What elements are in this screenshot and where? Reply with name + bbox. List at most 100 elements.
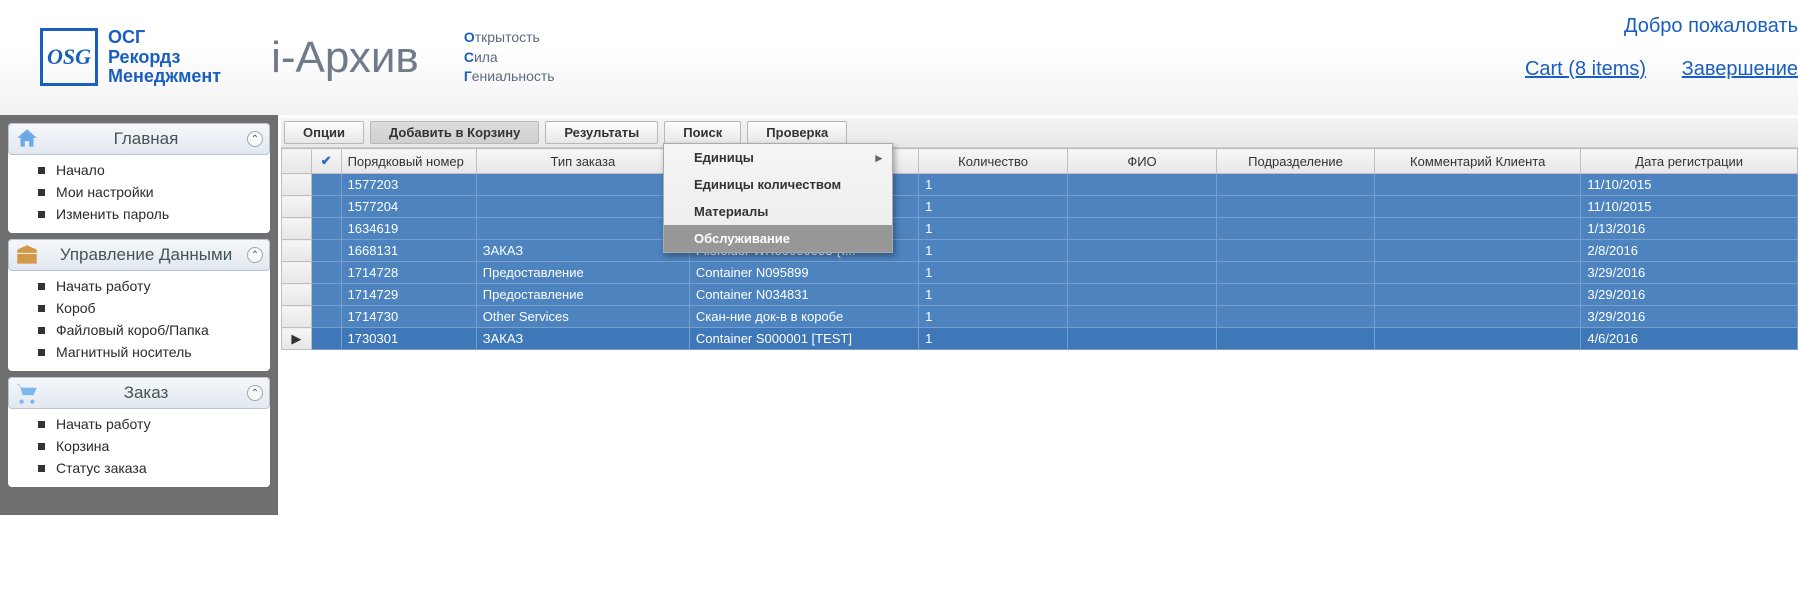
cell-fio[interactable]: [1068, 196, 1217, 218]
cell-order[interactable]: 1634619: [341, 218, 476, 240]
panel-header[interactable]: Главная⌃: [8, 123, 270, 155]
cell-regdate[interactable]: 2/8/2016: [1581, 240, 1798, 262]
cell-comment[interactable]: [1375, 174, 1581, 196]
cell-type[interactable]: [476, 174, 689, 196]
dropdown-item[interactable]: Единицы: [664, 144, 892, 171]
collapse-icon[interactable]: ⌃: [247, 247, 263, 263]
row-indicator[interactable]: [282, 218, 312, 240]
cell-comment[interactable]: [1375, 306, 1581, 328]
col-dept-header[interactable]: Подразделение: [1216, 149, 1374, 174]
cell-qty[interactable]: 1: [919, 196, 1068, 218]
col-comment-header[interactable]: Комментарий Клиента: [1375, 149, 1581, 174]
cell-fio[interactable]: [1068, 284, 1217, 306]
cell-qty[interactable]: 1: [919, 174, 1068, 196]
cell-order[interactable]: 1730301: [341, 328, 476, 350]
cell-type[interactable]: Предоставление: [476, 284, 689, 306]
row-checkbox-cell[interactable]: [311, 240, 341, 262]
sidebar-item[interactable]: Статус заказа: [38, 457, 260, 479]
cell-dept[interactable]: [1216, 328, 1374, 350]
collapse-icon[interactable]: ⌃: [247, 131, 263, 147]
sidebar-item[interactable]: Начать работу: [38, 413, 260, 435]
col-qty-header[interactable]: Количество: [919, 149, 1068, 174]
cart-link[interactable]: Cart (8 items): [1525, 58, 1646, 80]
sidebar-item[interactable]: Начало: [38, 159, 260, 181]
cell-dept[interactable]: [1216, 284, 1374, 306]
sidebar-item[interactable]: Короб: [38, 297, 260, 319]
table-row[interactable]: 1634619Filefolder WR00000048 {...11/13/2…: [282, 218, 1798, 240]
panel-header[interactable]: Заказ⌃: [8, 377, 270, 409]
cell-regdate[interactable]: 1/13/2016: [1581, 218, 1798, 240]
row-indicator[interactable]: [282, 196, 312, 218]
cell-details[interactable]: Container N034831: [689, 284, 918, 306]
dropdown-item[interactable]: Единицы количеством: [664, 171, 892, 198]
sidebar-item[interactable]: Файловый короб/Папка: [38, 319, 260, 341]
cell-order[interactable]: 1714729: [341, 284, 476, 306]
cell-details[interactable]: Container S000001 [TEST]: [689, 328, 918, 350]
col-fio-header[interactable]: ФИО: [1068, 149, 1217, 174]
cell-comment[interactable]: [1375, 328, 1581, 350]
collapse-icon[interactable]: ⌃: [247, 385, 263, 401]
sidebar-item[interactable]: Мои настройки: [38, 181, 260, 203]
row-checkbox-cell[interactable]: [311, 218, 341, 240]
col-regdate-header[interactable]: Дата регистрации: [1581, 149, 1798, 174]
sidebar-item[interactable]: Магнитный носитель: [38, 341, 260, 363]
row-checkbox-cell[interactable]: [311, 196, 341, 218]
cell-type[interactable]: [476, 196, 689, 218]
cell-order[interactable]: 1577203: [341, 174, 476, 196]
row-checkbox-cell[interactable]: [311, 174, 341, 196]
row-checkbox-cell[interactable]: [311, 284, 341, 306]
cell-order[interactable]: 1577204: [341, 196, 476, 218]
options-button[interactable]: Опции: [284, 121, 364, 144]
cell-type[interactable]: [476, 218, 689, 240]
cell-fio[interactable]: [1068, 306, 1217, 328]
cell-qty[interactable]: 1: [919, 284, 1068, 306]
cell-type[interactable]: ЗАКАЗ: [476, 328, 689, 350]
row-indicator[interactable]: [282, 174, 312, 196]
table-row[interactable]: 1577204Container WEB1165 (Per...111/10/2…: [282, 196, 1798, 218]
row-indicator[interactable]: [282, 284, 312, 306]
cell-fio[interactable]: [1068, 328, 1217, 350]
cell-regdate[interactable]: 3/29/2016: [1581, 284, 1798, 306]
table-row[interactable]: 1714730Other ServicesСкан-ние док-в в ко…: [282, 306, 1798, 328]
sidebar-item[interactable]: Изменить пароль: [38, 203, 260, 225]
cell-qty[interactable]: 1: [919, 240, 1068, 262]
logout-link[interactable]: Завершение: [1682, 58, 1798, 80]
row-checkbox-cell[interactable]: [311, 306, 341, 328]
cell-dept[interactable]: [1216, 196, 1374, 218]
cell-fio[interactable]: [1068, 218, 1217, 240]
cell-order[interactable]: 1714728: [341, 262, 476, 284]
cell-regdate[interactable]: 11/10/2015: [1581, 174, 1798, 196]
cell-fio[interactable]: [1068, 240, 1217, 262]
cell-dept[interactable]: [1216, 174, 1374, 196]
sidebar-item[interactable]: Начать работу: [38, 275, 260, 297]
check-button[interactable]: Проверка: [747, 121, 847, 144]
cell-regdate[interactable]: 3/29/2016: [1581, 306, 1798, 328]
cell-fio[interactable]: [1068, 174, 1217, 196]
cell-regdate[interactable]: 3/29/2016: [1581, 262, 1798, 284]
dropdown-item[interactable]: Обслуживание: [664, 225, 892, 252]
add-to-cart-button[interactable]: Добавить в Корзину: [370, 121, 539, 144]
cell-details[interactable]: Скан-ние док-в в коробе: [689, 306, 918, 328]
cell-comment[interactable]: [1375, 262, 1581, 284]
table-row[interactable]: 1668131ЗАКАЗFilefolder WR00000053 {т...1…: [282, 240, 1798, 262]
cell-qty[interactable]: 1: [919, 328, 1068, 350]
dropdown-item[interactable]: Материалы: [664, 198, 892, 225]
row-indicator[interactable]: [282, 240, 312, 262]
search-button[interactable]: Поиск: [664, 121, 741, 144]
col-order-header[interactable]: Порядковый номер: [341, 149, 476, 174]
cell-dept[interactable]: [1216, 306, 1374, 328]
cell-dept[interactable]: [1216, 240, 1374, 262]
cell-type[interactable]: ЗАКАЗ: [476, 240, 689, 262]
cell-regdate[interactable]: 4/6/2016: [1581, 328, 1798, 350]
row-indicator[interactable]: ▶: [282, 328, 312, 350]
check-all-header[interactable]: ✔: [311, 149, 341, 174]
cell-qty[interactable]: 1: [919, 262, 1068, 284]
cell-dept[interactable]: [1216, 262, 1374, 284]
results-button[interactable]: Результаты: [545, 121, 658, 144]
table-row[interactable]: 1714728ПредоставлениеContainer N09589913…: [282, 262, 1798, 284]
row-indicator[interactable]: [282, 306, 312, 328]
cell-order[interactable]: 1668131: [341, 240, 476, 262]
cell-fio[interactable]: [1068, 262, 1217, 284]
sidebar-item[interactable]: Корзина: [38, 435, 260, 457]
cell-type[interactable]: Other Services: [476, 306, 689, 328]
